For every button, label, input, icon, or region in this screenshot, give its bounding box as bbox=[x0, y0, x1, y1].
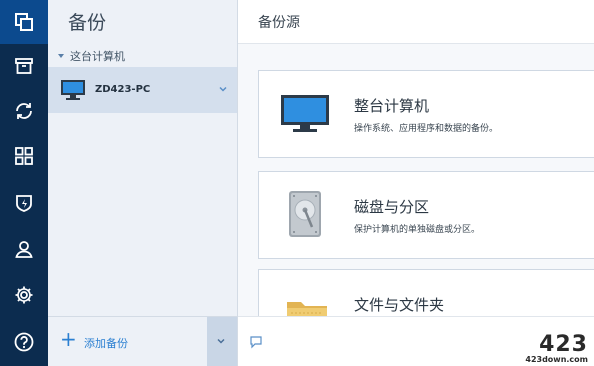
rail-backup-button[interactable] bbox=[0, 0, 48, 44]
plus-icon: + bbox=[60, 327, 77, 351]
copy-backup-icon bbox=[15, 13, 33, 31]
add-backup-dropdown[interactable] bbox=[207, 317, 237, 366]
card-desc: 保护计算机的单独磁盘或分区。 bbox=[354, 225, 481, 235]
add-backup-label: 添加备份 bbox=[84, 337, 128, 350]
main-header: 备份源 bbox=[238, 0, 594, 44]
rail-sync-button[interactable] bbox=[0, 89, 48, 133]
rail-dashboard-button[interactable] bbox=[0, 134, 48, 178]
card-desc: 操作系统、应用程序和数据的备份。 bbox=[354, 124, 499, 134]
backup-list-panel: 备份 这台计算机 ZD423-PC + 添加备份 bbox=[48, 0, 238, 366]
source-list: 整台计算机 操作系统、应用程序和数据的备份。 磁盘与分区 保护计算机的单独磁盘或… bbox=[238, 44, 594, 316]
source-card-files[interactable]: 文件与文件夹 bbox=[258, 269, 594, 316]
panel-title: 备份 bbox=[68, 12, 107, 34]
sync-icon bbox=[16, 103, 32, 119]
rail-settings-button[interactable] bbox=[0, 273, 48, 317]
hard-drive-icon bbox=[289, 191, 321, 237]
main-content: 备份源 整台计算机 操作系统、应用程序和数据的备份。 磁盘与分区 保护计算机的单… bbox=[238, 0, 594, 366]
chevron-down-icon[interactable] bbox=[218, 84, 228, 94]
rail-help-button[interactable] bbox=[0, 320, 48, 364]
device-name: ZD423-PC bbox=[95, 84, 151, 95]
chevron-down-icon bbox=[217, 338, 225, 344]
watermark-small: 423down.com bbox=[525, 355, 588, 364]
backup-item-device[interactable]: ZD423-PC bbox=[48, 67, 237, 113]
main-title: 备份源 bbox=[258, 15, 300, 31]
monitor-icon bbox=[281, 95, 329, 132]
rail-account-button[interactable] bbox=[0, 227, 48, 271]
caret-down-icon bbox=[58, 54, 64, 58]
card-title: 整台计算机 bbox=[354, 97, 430, 115]
source-card-disks[interactable]: 磁盘与分区 保护计算机的单独磁盘或分区。 bbox=[258, 171, 594, 259]
panel-footer: + 添加备份 bbox=[48, 316, 237, 366]
rail-protection-button[interactable] bbox=[0, 181, 48, 225]
comment-icon[interactable] bbox=[249, 335, 263, 349]
add-backup-button[interactable]: + 添加备份 bbox=[48, 317, 207, 366]
monitor-icon bbox=[61, 80, 85, 100]
group-label-text: 这台计算机 bbox=[70, 50, 125, 63]
card-title: 磁盘与分区 bbox=[354, 198, 430, 216]
main-footer: 423 423down.com bbox=[238, 316, 594, 366]
help-icon bbox=[14, 332, 34, 352]
folder-icon bbox=[287, 302, 327, 316]
source-card-entire-pc[interactable]: 整台计算机 操作系统、应用程序和数据的备份。 bbox=[258, 70, 594, 158]
watermark-big: 423 bbox=[539, 332, 588, 357]
dashboard-icon bbox=[15, 147, 33, 165]
settings-icon bbox=[15, 286, 33, 304]
app-window: 备份 这台计算机 ZD423-PC + 添加备份 备份源 整台计算机 操作系统、… bbox=[0, 0, 594, 366]
shield-icon bbox=[16, 195, 32, 212]
archive-icon bbox=[15, 58, 33, 74]
account-icon bbox=[15, 241, 33, 258]
nav-rail bbox=[0, 0, 48, 366]
group-this-computer[interactable]: 这台计算机 bbox=[56, 48, 125, 64]
rail-archive-button[interactable] bbox=[0, 44, 48, 88]
card-title: 文件与文件夹 bbox=[354, 296, 445, 314]
watermark: 423 423down.com bbox=[525, 334, 588, 364]
